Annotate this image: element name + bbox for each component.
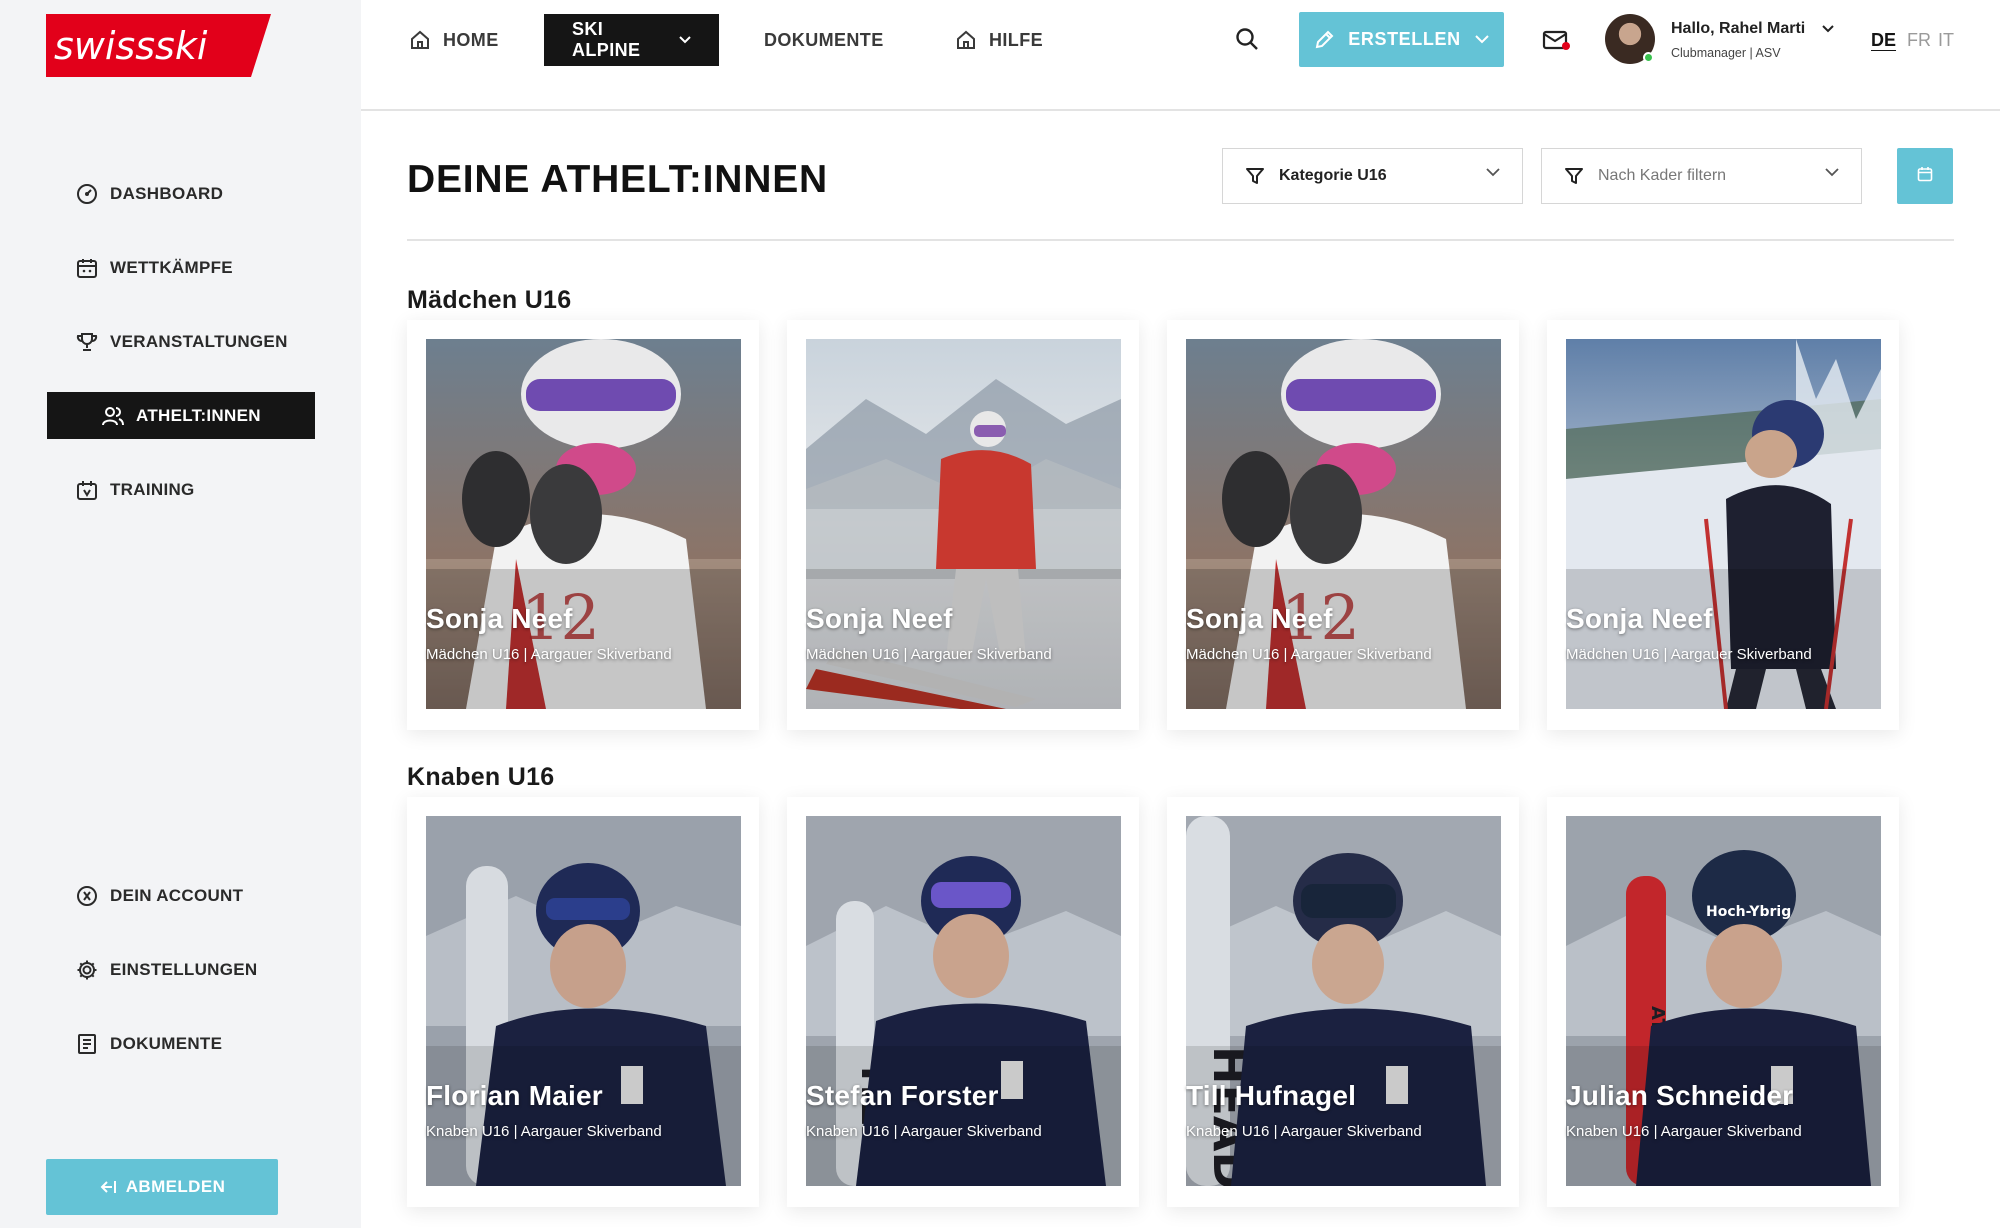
chevron-down-icon <box>1821 25 1834 33</box>
sidebar-item-label: DOKUMENTE <box>110 1033 223 1053</box>
page-title: DEINE ATHELT:INNEN <box>407 158 829 201</box>
athlete-card[interactable]: HEAD Stefan Forster Knaben U16 | Aargaue… <box>787 797 1139 1207</box>
calendar-icon <box>1917 166 1933 187</box>
sidebar-item-training[interactable]: TRAINING <box>47 466 315 513</box>
search-icon <box>1234 28 1260 56</box>
messages-button[interactable] <box>1542 26 1572 54</box>
athlete-subtitle: Knaben U16 | Aargauer Skiverband <box>1186 1123 1422 1140</box>
athlete-subtitle: Knaben U16 | Aargauer Skiverband <box>806 1123 1042 1140</box>
kader-filter-placeholder: Nach Kader filtern <box>1598 167 1727 184</box>
training-icon <box>75 478 99 502</box>
nav-home[interactable]: HOME <box>409 14 499 66</box>
home-icon <box>409 29 431 51</box>
athlete-subtitle: Mädchen U16 | Aargauer Skiverband <box>1186 646 1432 663</box>
language-de[interactable]: DE <box>1871 30 1896 51</box>
search-button[interactable] <box>1234 26 1262 54</box>
athlete-name: Till Hufnagel <box>1186 1080 1357 1111</box>
athlete-card[interactable]: HEAD Florian Maier Knaben U16 | Aargauer… <box>407 797 759 1207</box>
sidebar-item-label: TRAINING <box>110 479 195 499</box>
athlete-subtitle: Mädchen U16 | Aargauer Skiverband <box>806 646 1052 663</box>
nav-dokumente-label: DOKUMENTE <box>764 29 884 50</box>
athlete-name: Florian Maier <box>426 1080 603 1111</box>
athlete-card[interactable]: ATOMIC Hoch-Ybrig Julian Schneider Knabe… <box>1547 797 1899 1207</box>
svg-text:Hoch-Ybrig: Hoch-Ybrig <box>1706 904 1791 920</box>
athlete-card[interactable]: Sonja Neef Mädchen U16 | Aargauer Skiver… <box>787 320 1139 730</box>
athlete-subtitle: Mädchen U16 | Aargauer Skiverband <box>1566 646 1812 663</box>
chevron-down-icon <box>1486 168 1500 177</box>
sidebar-item-label: DEIN ACCOUNT <box>110 885 244 905</box>
chevron-down-icon <box>1825 168 1839 177</box>
users-icon <box>101 404 125 428</box>
nav-ski-alpine-label: SKI ALPINE <box>572 19 641 60</box>
sidebar: swissski DASHBOARD WETTKÄMPFE VERANSTALT… <box>0 0 361 1228</box>
athlete-name: Stefan Forster <box>806 1080 999 1111</box>
nav-dokumente[interactable]: DOKUMENTE <box>764 14 884 66</box>
sidebar-item-dashboard[interactable]: DASHBOARD <box>47 170 315 217</box>
athlete-card[interactable]: Sonja Neef Mädchen U16 | Aargauer Skiver… <box>1547 320 1899 730</box>
nav-hilfe-label: HILFE <box>989 29 1043 50</box>
dashboard-icon <box>75 182 99 206</box>
gear-icon <box>75 958 99 982</box>
sidebar-item-account[interactable]: DEIN ACCOUNT <box>47 872 315 919</box>
sidebar-item-athletinnen[interactable]: ATHELT:INNEN <box>47 392 315 439</box>
section-title-maedchen: Mädchen U16 <box>407 286 572 314</box>
language-fr[interactable]: FR <box>1907 30 1931 51</box>
athlete-subtitle: Knaben U16 | Aargauer Skiverband <box>426 1123 662 1140</box>
sidebar-item-veranstaltungen[interactable]: VERANSTALTUNGEN <box>47 318 315 365</box>
user-role: Clubmanager | ASV <box>1671 46 1781 60</box>
nav-ski-alpine-dropdown[interactable]: SKI ALPINE <box>544 14 719 66</box>
athlete-card[interactable]: 12 Sonja Neef Mädchen U16 | Aargauer Ski… <box>1167 320 1519 730</box>
sidebar-item-einstellungen[interactable]: EINSTELLUNGEN <box>47 946 315 993</box>
online-status-dot <box>1643 52 1654 63</box>
sidebar-item-wettkaempfe[interactable]: WETTKÄMPFE <box>47 244 315 291</box>
account-icon <box>75 884 99 908</box>
header-divider <box>407 239 1954 241</box>
sidebar-item-label: WETTKÄMPFE <box>110 257 233 277</box>
section-title-knaben: Knaben U16 <box>407 763 555 791</box>
category-filter-select[interactable]: Kategorie U16 <box>1222 148 1523 204</box>
logout-label: ABMELDEN <box>125 1177 226 1196</box>
sidebar-item-dokumente[interactable]: DOKUMENTE <box>47 1020 315 1067</box>
calendar-icon <box>75 256 99 280</box>
swissski-logo[interactable]: swissski <box>46 14 271 77</box>
user-menu[interactable]: Hallo, Rahel Marti <box>1671 20 1834 38</box>
chevron-down-icon <box>679 36 691 44</box>
sidebar-item-label: ATHELT:INNEN <box>136 405 261 425</box>
document-icon <box>75 1032 99 1056</box>
create-button[interactable]: ERSTELLEN <box>1299 12 1504 67</box>
filter-icon <box>1245 166 1265 186</box>
athlete-subtitle: Knaben U16 | Aargauer Skiverband <box>1566 1123 1802 1140</box>
language-it[interactable]: IT <box>1938 30 1954 51</box>
sidebar-item-label: DASHBOARD <box>110 183 224 203</box>
athlete-name: Sonja Neef <box>806 603 953 634</box>
user-greeting: Hallo, Rahel Marti <box>1671 20 1806 37</box>
kader-filter-select[interactable]: Nach Kader filtern <box>1541 148 1862 204</box>
athlete-name: Sonja Neef <box>1566 603 1713 634</box>
athlete-name: Sonja Neef <box>426 603 573 634</box>
athlete-card[interactable]: HEAD Till Hufnagel Knaben U16 | Aargauer… <box>1167 797 1519 1207</box>
sidebar-item-label: EINSTELLUNGEN <box>110 959 258 979</box>
logout-icon <box>99 1179 117 1195</box>
athlete-name: Julian Schneider <box>1566 1080 1794 1111</box>
user-avatar[interactable] <box>1605 14 1655 64</box>
trophy-icon <box>75 330 99 354</box>
sidebar-item-label: VERANSTALTUNGEN <box>110 331 288 351</box>
logout-button[interactable]: ABMELDEN <box>46 1159 278 1215</box>
category-filter-value: Kategorie U16 <box>1279 167 1387 184</box>
nav-home-label: HOME <box>443 29 499 50</box>
create-label: ERSTELLEN <box>1348 29 1461 49</box>
logo-text: swissski <box>54 24 208 68</box>
mail-icon <box>1542 30 1572 58</box>
athlete-name: Sonja Neef <box>1186 603 1333 634</box>
filter-icon <box>1564 166 1584 186</box>
calendar-view-button[interactable] <box>1897 148 1953 204</box>
chevron-down-icon <box>1474 35 1489 44</box>
pencil-icon <box>1314 30 1334 50</box>
athlete-subtitle: Mädchen U16 | Aargauer Skiverband <box>426 646 672 663</box>
help-home-icon <box>955 29 977 51</box>
athlete-card[interactable]: 12 Sonja Neef Mädchen U16 | Aargauer Ski… <box>407 320 759 730</box>
topbar: HOME SKI ALPINE DOKUMENTE HILFE ERSTELLE… <box>361 0 2000 111</box>
nav-hilfe[interactable]: HILFE <box>955 14 1043 66</box>
